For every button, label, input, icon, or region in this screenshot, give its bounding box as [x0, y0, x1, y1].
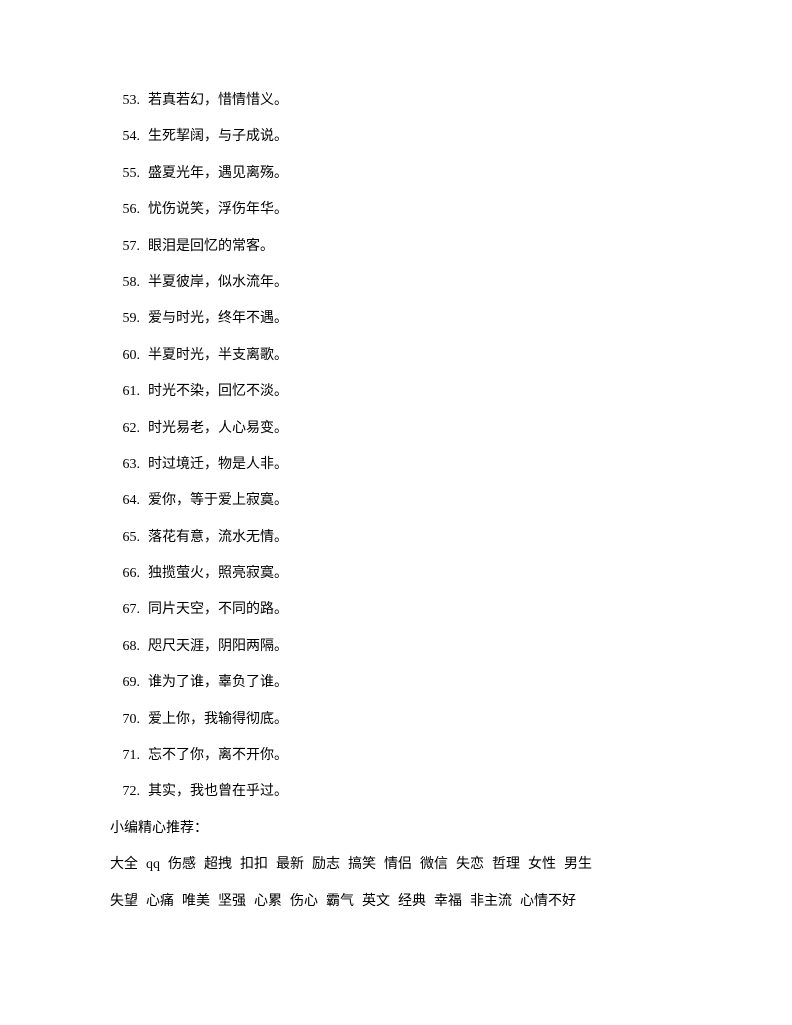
- tag: 男生: [564, 857, 592, 872]
- list-item: 71.忘不了你，离不开你。: [110, 745, 682, 767]
- item-text: 生死挈阔，与子成说。: [148, 126, 682, 148]
- list-item: 66.独揽萤火，照亮寂寞。: [110, 563, 682, 585]
- item-number: 57.: [110, 236, 148, 258]
- item-text: 独揽萤火，照亮寂寞。: [148, 563, 682, 585]
- tag: 励志: [312, 857, 340, 872]
- item-number: 65.: [110, 527, 148, 549]
- list-item: 58.半夏彼岸，似水流年。: [110, 272, 682, 294]
- list-item: 68.咫尺天涯，阴阳两隔。: [110, 636, 682, 658]
- list-item: 63.时过境迁，物是人非。: [110, 454, 682, 476]
- item-text: 爱你，等于爱上寂寞。: [148, 490, 682, 512]
- item-text: 半夏彼岸，似水流年。: [148, 272, 682, 294]
- tag: 最新: [276, 857, 304, 872]
- tag: 微信: [420, 857, 448, 872]
- item-number: 54.: [110, 126, 148, 148]
- item-text: 半夏时光，半支离歌。: [148, 345, 682, 367]
- item-number: 72.: [110, 781, 148, 803]
- item-number: 69.: [110, 672, 148, 694]
- tag: 坚强: [218, 894, 246, 909]
- recommend-title: 小编精心推荐：: [110, 818, 682, 840]
- list-item: 60.半夏时光，半支离歌。: [110, 345, 682, 367]
- list-item: 67.同片天空，不同的路。: [110, 599, 682, 621]
- item-number: 71.: [110, 745, 148, 767]
- item-text: 时过境迁，物是人非。: [148, 454, 682, 476]
- tag: 情侣: [384, 857, 412, 872]
- tag: 哲理: [492, 857, 520, 872]
- tag: 超拽: [204, 857, 232, 872]
- list-item: 57.眼泪是回忆的常客。: [110, 236, 682, 258]
- item-number: 62.: [110, 418, 148, 440]
- tag: 幸福: [434, 894, 462, 909]
- item-number: 70.: [110, 709, 148, 731]
- tag: 伤感: [168, 857, 196, 872]
- tag: qq: [146, 857, 160, 872]
- item-number: 68.: [110, 636, 148, 658]
- tag: 伤心: [290, 894, 318, 909]
- list-item: 64.爱你，等于爱上寂寞。: [110, 490, 682, 512]
- numbered-list: 53.若真若幻，惜情惜义。54.生死挈阔，与子成说。55.盛夏光年，遇见离殇。5…: [110, 90, 682, 804]
- item-number: 56.: [110, 199, 148, 221]
- tag: 经典: [398, 894, 426, 909]
- list-item: 70.爱上你，我输得彻底。: [110, 709, 682, 731]
- tag: 女性: [528, 857, 556, 872]
- tag: 霸气: [326, 894, 354, 909]
- item-text: 忧伤说笑，浮伤年华。: [148, 199, 682, 221]
- tag: 心痛: [146, 894, 174, 909]
- list-item: 59.爱与时光，终年不遇。: [110, 308, 682, 330]
- item-number: 55.: [110, 163, 148, 185]
- item-text: 若真若幻，惜情惜义。: [148, 90, 682, 112]
- tags-row-1: 大全 qq 伤感超拽扣扣最新励志搞笑情侣微信失恋哲理女性男生: [110, 854, 682, 876]
- item-number: 60.: [110, 345, 148, 367]
- list-item: 62.时光易老，人心易变。: [110, 418, 682, 440]
- list-item: 69.谁为了谁，辜负了谁。: [110, 672, 682, 694]
- item-text: 爱与时光，终年不遇。: [148, 308, 682, 330]
- tag: 心累: [254, 894, 282, 909]
- item-number: 66.: [110, 563, 148, 585]
- item-number: 59.: [110, 308, 148, 330]
- tag: 搞笑: [348, 857, 376, 872]
- item-text: 时光不染，回忆不淡。: [148, 381, 682, 403]
- item-number: 63.: [110, 454, 148, 476]
- item-number: 53.: [110, 90, 148, 112]
- item-text: 同片天空，不同的路。: [148, 599, 682, 621]
- item-text: 时光易老，人心易变。: [148, 418, 682, 440]
- item-text: 其实，我也曾在乎过。: [148, 781, 682, 803]
- item-text: 咫尺天涯，阴阳两隔。: [148, 636, 682, 658]
- list-item: 72.其实，我也曾在乎过。: [110, 781, 682, 803]
- list-item: 53.若真若幻，惜情惜义。: [110, 90, 682, 112]
- tag: 非主流: [470, 894, 512, 909]
- tag: 英文: [362, 894, 390, 909]
- item-text: 谁为了谁，辜负了谁。: [148, 672, 682, 694]
- tag: 扣扣: [240, 857, 268, 872]
- item-text: 盛夏光年，遇见离殇。: [148, 163, 682, 185]
- item-number: 67.: [110, 599, 148, 621]
- item-number: 61.: [110, 381, 148, 403]
- item-text: 落花有意，流水无情。: [148, 527, 682, 549]
- list-item: 55.盛夏光年，遇见离殇。: [110, 163, 682, 185]
- tag: 心情不好: [520, 894, 576, 909]
- tag: 唯美: [182, 894, 210, 909]
- item-text: 眼泪是回忆的常客。: [148, 236, 682, 258]
- tag: 失望: [110, 894, 138, 909]
- item-text: 爱上你，我输得彻底。: [148, 709, 682, 731]
- list-item: 65.落花有意，流水无情。: [110, 527, 682, 549]
- item-number: 58.: [110, 272, 148, 294]
- item-number: 64.: [110, 490, 148, 512]
- list-item: 54.生死挈阔，与子成说。: [110, 126, 682, 148]
- tag: 失恋: [456, 857, 484, 872]
- list-item: 56.忧伤说笑，浮伤年华。: [110, 199, 682, 221]
- item-text: 忘不了你，离不开你。: [148, 745, 682, 767]
- tag: 大全: [110, 857, 138, 872]
- list-item: 61.时光不染，回忆不淡。: [110, 381, 682, 403]
- tags-row-2: 失望心痛唯美坚强心累伤心霸气英文经典幸福非主流心情不好: [110, 891, 682, 913]
